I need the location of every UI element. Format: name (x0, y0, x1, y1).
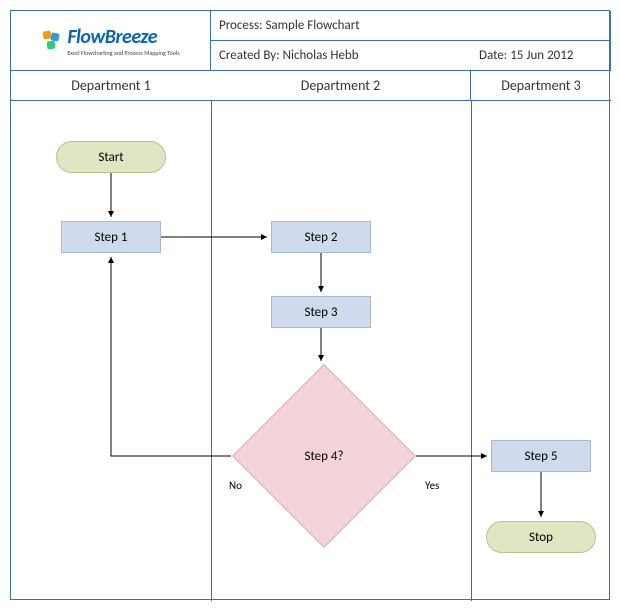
logo-name: FlowBreeze (67, 25, 179, 49)
flowchart-canvas: Start Step 1 Step 2 Step 3 Step 4? Step … (11, 101, 609, 601)
lane-header-2: Department 2 (211, 71, 471, 101)
step4-decision (232, 364, 416, 548)
step2-node: Step 2 (271, 221, 371, 253)
logo: FlowBreeze Excel Flowcharting and Proces… (41, 25, 179, 57)
lane-header-1: Department 1 (11, 71, 211, 101)
date-cell: Date: 15 Jun 2012 (471, 41, 611, 71)
logo-tagline: Excel Flowcharting and Process Mapping T… (67, 49, 179, 57)
logo-cell: FlowBreeze Excel Flowcharting and Proces… (11, 11, 211, 71)
step5-node: Step 5 (491, 440, 591, 472)
flowbreeze-logo-icon (41, 29, 63, 53)
created-by: Created By: Nicholas Hebb (211, 41, 471, 71)
step3-node: Step 3 (271, 296, 371, 328)
step1-node: Step 1 (61, 221, 161, 253)
edge-label-yes: Yes (425, 479, 439, 492)
edge-label-no: No (229, 479, 242, 492)
flowchart-frame: FlowBreeze Excel Flowcharting and Proces… (10, 10, 610, 600)
lane-divider-1 (211, 101, 212, 601)
header-grid: FlowBreeze Excel Flowcharting and Proces… (11, 11, 609, 101)
start-node: Start (56, 141, 166, 173)
lane-divider-2 (471, 101, 472, 601)
process-title: Process: Sample Flowchart (211, 11, 611, 41)
lane-header-3: Department 3 (471, 71, 611, 101)
stop-node: Stop (486, 521, 596, 553)
